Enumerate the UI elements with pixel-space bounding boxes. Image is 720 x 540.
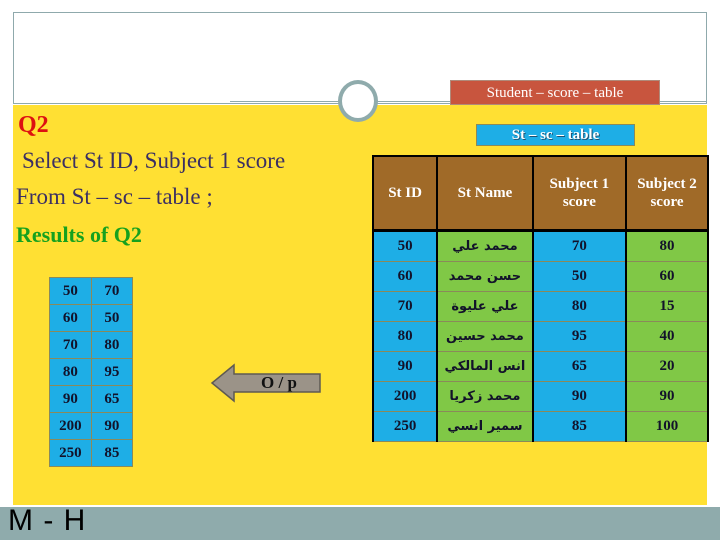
results-table-cell: 70 xyxy=(90,277,134,305)
table-row: 80 محمد حسين 95 40 xyxy=(371,321,709,352)
table-row: 90 انس المالكي 65 20 xyxy=(371,351,709,382)
arrow-label: O / p xyxy=(261,373,297,392)
output-arrow: O / p xyxy=(210,362,322,404)
table-cell: 15 xyxy=(625,291,709,322)
table-cell: 80 xyxy=(625,229,709,262)
results-table-cell: 80 xyxy=(90,331,134,359)
table-cell: 80 xyxy=(531,291,628,322)
sql-from-line: From St – sc – table ; xyxy=(16,184,213,209)
results-table-row: 60 50 xyxy=(49,304,134,332)
column-header-subject-1: Subject 1 score xyxy=(531,155,628,232)
results-output-table: 50 70 60 50 70 80 80 95 90 65 200 90 250 85 xyxy=(49,277,134,467)
student-name-cell: انس المالكي xyxy=(436,351,534,382)
table-cell: 50 xyxy=(531,261,628,292)
table-cell: 50 xyxy=(371,229,439,262)
results-table-row: 80 95 xyxy=(49,358,134,386)
results-table-cell: 80 xyxy=(49,358,92,386)
decorative-line-left xyxy=(230,101,340,102)
table-cell: 20 xyxy=(625,351,709,382)
table-row: 250 سمير انسي 85 100 xyxy=(371,411,709,442)
results-table-cell: 70 xyxy=(49,331,92,359)
column-header-subject-2: Subject 2 score xyxy=(625,155,709,232)
footer-bar xyxy=(0,507,720,540)
student-score-data-table: St ID St Name Subject 1 score Subject 2 … xyxy=(371,155,709,442)
table-header-row: St ID St Name Subject 1 score Subject 2 … xyxy=(371,155,709,232)
results-table-cell: 50 xyxy=(49,277,92,305)
results-table-cell: 200 xyxy=(49,412,92,440)
results-table-cell: 90 xyxy=(90,412,134,440)
table-cell: 65 xyxy=(531,351,628,382)
decorative-ring-icon xyxy=(338,80,378,122)
results-table-row: 70 80 xyxy=(49,331,134,359)
results-table-cell: 65 xyxy=(90,385,134,413)
results-table-row: 250 85 xyxy=(49,439,134,467)
table-row: 50 محمد علي 70 80 xyxy=(371,229,709,262)
table-row: 200 محمد زكريا 90 90 xyxy=(371,381,709,412)
student-name-cell: محمد علي xyxy=(436,229,534,262)
results-table-cell: 250 xyxy=(49,439,92,467)
results-table-cell: 90 xyxy=(49,385,92,413)
student-name-cell: سمير انسي xyxy=(436,411,534,442)
table-cell: 250 xyxy=(371,411,439,442)
table-cell: 85 xyxy=(531,411,628,442)
student-score-table-chip: Student – score – table xyxy=(450,80,660,105)
table-cell: 90 xyxy=(625,381,709,412)
table-row: 70 علي عليوة 80 15 xyxy=(371,291,709,322)
table-cell: 60 xyxy=(371,261,439,292)
table-cell: 60 xyxy=(625,261,709,292)
results-table-cell: 95 xyxy=(90,358,134,386)
table-cell: 90 xyxy=(371,351,439,382)
table-cell: 100 xyxy=(625,411,709,442)
results-heading: Results of Q2 xyxy=(16,222,142,247)
student-name-cell: علي عليوة xyxy=(436,291,534,322)
footer-label: M - H xyxy=(8,504,87,537)
results-table-cell: 85 xyxy=(90,439,134,467)
table-cell: 200 xyxy=(371,381,439,412)
results-table-cell: 60 xyxy=(49,304,92,332)
slide-canvas: Student – score – table Q2 Select St ID,… xyxy=(0,0,720,540)
table-cell: 80 xyxy=(371,321,439,352)
results-table-row: 200 90 xyxy=(49,412,134,440)
table-cell: 90 xyxy=(531,381,628,412)
st-sc-table-chip: St – sc – table xyxy=(476,124,635,146)
table-row: 60 حسن محمد 50 60 xyxy=(371,261,709,292)
column-header-st-name: St Name xyxy=(436,155,534,232)
table-cell: 70 xyxy=(531,229,628,262)
question-label: Q2 xyxy=(18,112,49,138)
student-name-cell: محمد حسين xyxy=(436,321,534,352)
table-cell: 95 xyxy=(531,321,628,352)
student-name-cell: حسن محمد xyxy=(436,261,534,292)
results-table-row: 50 70 xyxy=(49,277,134,305)
table-cell: 70 xyxy=(371,291,439,322)
table-cell: 40 xyxy=(625,321,709,352)
column-header-st-id: St ID xyxy=(371,155,439,232)
results-table-cell: 50 xyxy=(90,304,134,332)
results-table-row: 90 65 xyxy=(49,385,134,413)
student-name-cell: محمد زكريا xyxy=(436,381,534,412)
sql-select-line: Select St ID, Subject 1 score xyxy=(22,148,286,173)
